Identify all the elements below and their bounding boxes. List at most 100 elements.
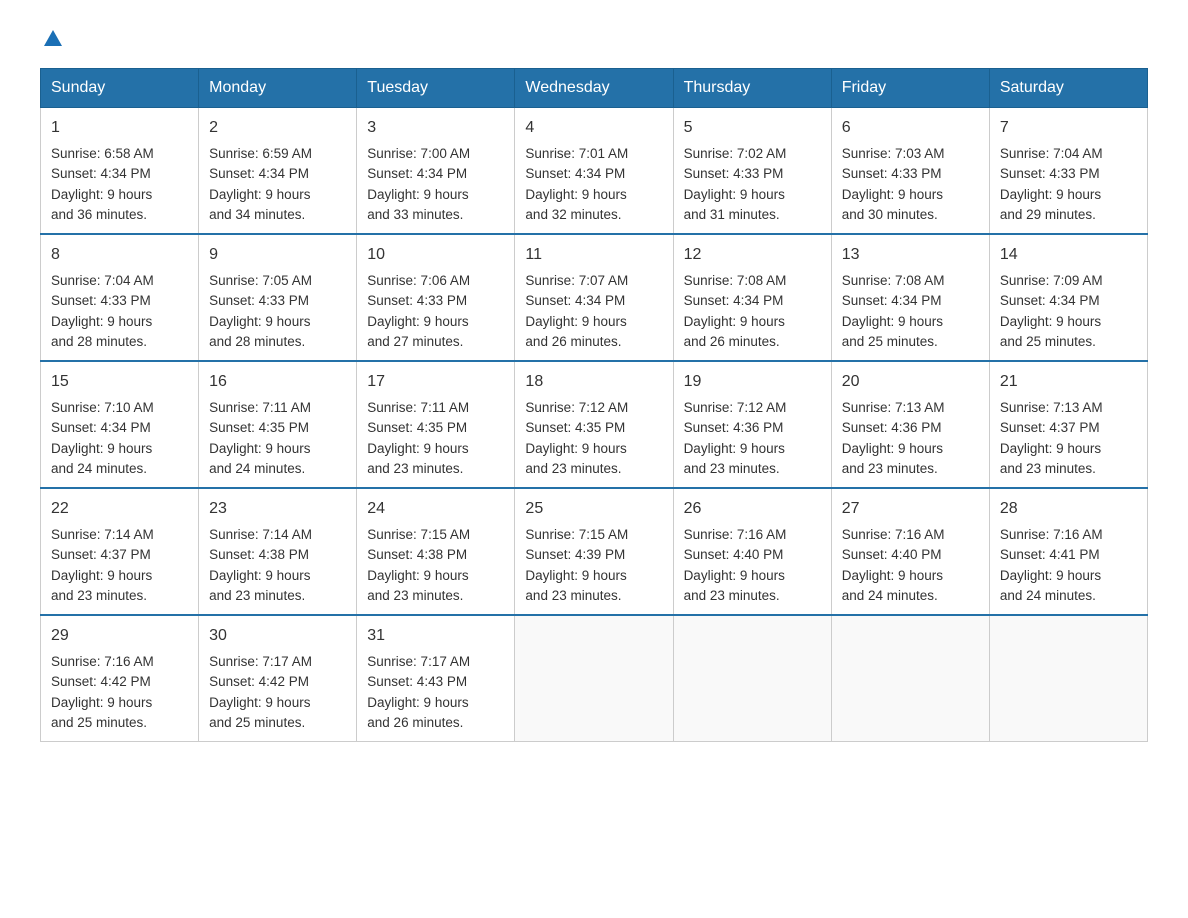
- daylight-minutes-text: and 36 minutes.: [51, 207, 147, 222]
- daylight-text: Daylight: 9 hours: [51, 314, 152, 329]
- daylight-minutes-text: and 23 minutes.: [684, 461, 780, 476]
- sunset-text: Sunset: 4:35 PM: [367, 420, 467, 435]
- calendar-day-cell: 1 Sunrise: 6:58 AM Sunset: 4:34 PM Dayli…: [41, 108, 199, 235]
- daylight-text: Daylight: 9 hours: [51, 187, 152, 202]
- sunrise-text: Sunrise: 7:16 AM: [842, 527, 945, 542]
- weekday-header-thursday: Thursday: [673, 69, 831, 108]
- calendar-day-cell: [831, 615, 989, 742]
- daylight-minutes-text: and 34 minutes.: [209, 207, 305, 222]
- daylight-text: Daylight: 9 hours: [209, 314, 310, 329]
- calendar-week-row: 8 Sunrise: 7:04 AM Sunset: 4:33 PM Dayli…: [41, 234, 1148, 361]
- weekday-header-wednesday: Wednesday: [515, 69, 673, 108]
- calendar-day-cell: 7 Sunrise: 7:04 AM Sunset: 4:33 PM Dayli…: [989, 108, 1147, 235]
- day-number: 1: [51, 116, 188, 140]
- sunset-text: Sunset: 4:37 PM: [1000, 420, 1100, 435]
- sunrise-text: Sunrise: 6:59 AM: [209, 146, 312, 161]
- day-number: 18: [525, 370, 662, 394]
- day-number: 17: [367, 370, 504, 394]
- day-number: 23: [209, 497, 346, 521]
- logo-line1: [40, 30, 62, 48]
- calendar-day-cell: 26 Sunrise: 7:16 AM Sunset: 4:40 PM Dayl…: [673, 488, 831, 615]
- daylight-text: Daylight: 9 hours: [51, 441, 152, 456]
- sunset-text: Sunset: 4:33 PM: [684, 166, 784, 181]
- sunset-text: Sunset: 4:40 PM: [842, 547, 942, 562]
- daylight-minutes-text: and 30 minutes.: [842, 207, 938, 222]
- daylight-text: Daylight: 9 hours: [209, 695, 310, 710]
- sunrise-text: Sunrise: 7:12 AM: [525, 400, 628, 415]
- sunset-text: Sunset: 4:33 PM: [842, 166, 942, 181]
- daylight-text: Daylight: 9 hours: [842, 187, 943, 202]
- day-number: 20: [842, 370, 979, 394]
- calendar-day-cell: 16 Sunrise: 7:11 AM Sunset: 4:35 PM Dayl…: [199, 361, 357, 488]
- daylight-minutes-text: and 23 minutes.: [842, 461, 938, 476]
- sunrise-text: Sunrise: 7:17 AM: [367, 654, 470, 669]
- daylight-minutes-text: and 24 minutes.: [842, 588, 938, 603]
- sunrise-text: Sunrise: 7:07 AM: [525, 273, 628, 288]
- day-number: 13: [842, 243, 979, 267]
- sunset-text: Sunset: 4:33 PM: [51, 293, 151, 308]
- daylight-text: Daylight: 9 hours: [367, 314, 468, 329]
- daylight-text: Daylight: 9 hours: [684, 441, 785, 456]
- daylight-minutes-text: and 26 minutes.: [684, 334, 780, 349]
- sunset-text: Sunset: 4:34 PM: [525, 293, 625, 308]
- sunset-text: Sunset: 4:37 PM: [51, 547, 151, 562]
- weekday-header-tuesday: Tuesday: [357, 69, 515, 108]
- daylight-minutes-text: and 23 minutes.: [367, 588, 463, 603]
- calendar-week-row: 15 Sunrise: 7:10 AM Sunset: 4:34 PM Dayl…: [41, 361, 1148, 488]
- day-number: 3: [367, 116, 504, 140]
- sunrise-text: Sunrise: 7:11 AM: [209, 400, 311, 415]
- daylight-text: Daylight: 9 hours: [209, 441, 310, 456]
- logo: [40, 30, 62, 48]
- daylight-minutes-text: and 26 minutes.: [525, 334, 621, 349]
- daylight-text: Daylight: 9 hours: [842, 314, 943, 329]
- sunset-text: Sunset: 4:34 PM: [525, 166, 625, 181]
- sunrise-text: Sunrise: 7:15 AM: [525, 527, 628, 542]
- day-number: 29: [51, 624, 188, 648]
- sunrise-text: Sunrise: 7:16 AM: [51, 654, 154, 669]
- sunrise-text: Sunrise: 7:00 AM: [367, 146, 470, 161]
- calendar-week-row: 1 Sunrise: 6:58 AM Sunset: 4:34 PM Dayli…: [41, 108, 1148, 235]
- daylight-text: Daylight: 9 hours: [525, 314, 626, 329]
- day-number: 25: [525, 497, 662, 521]
- day-number: 30: [209, 624, 346, 648]
- sunrise-text: Sunrise: 7:01 AM: [525, 146, 628, 161]
- sunset-text: Sunset: 4:43 PM: [367, 674, 467, 689]
- daylight-minutes-text: and 26 minutes.: [367, 715, 463, 730]
- day-number: 27: [842, 497, 979, 521]
- calendar-day-cell: 31 Sunrise: 7:17 AM Sunset: 4:43 PM Dayl…: [357, 615, 515, 742]
- sunset-text: Sunset: 4:34 PM: [367, 166, 467, 181]
- weekday-header-friday: Friday: [831, 69, 989, 108]
- sunset-text: Sunset: 4:34 PM: [51, 420, 151, 435]
- calendar-day-cell: 17 Sunrise: 7:11 AM Sunset: 4:35 PM Dayl…: [357, 361, 515, 488]
- daylight-minutes-text: and 32 minutes.: [525, 207, 621, 222]
- page-header: [40, 30, 1148, 48]
- sunrise-text: Sunrise: 7:16 AM: [1000, 527, 1103, 542]
- day-number: 7: [1000, 116, 1137, 140]
- sunrise-text: Sunrise: 7:06 AM: [367, 273, 470, 288]
- calendar-day-cell: 15 Sunrise: 7:10 AM Sunset: 4:34 PM Dayl…: [41, 361, 199, 488]
- daylight-minutes-text: and 28 minutes.: [51, 334, 147, 349]
- daylight-text: Daylight: 9 hours: [209, 568, 310, 583]
- daylight-minutes-text: and 25 minutes.: [1000, 334, 1096, 349]
- sunset-text: Sunset: 4:34 PM: [684, 293, 784, 308]
- day-number: 11: [525, 243, 662, 267]
- sunset-text: Sunset: 4:35 PM: [209, 420, 309, 435]
- daylight-text: Daylight: 9 hours: [525, 568, 626, 583]
- calendar-day-cell: 3 Sunrise: 7:00 AM Sunset: 4:34 PM Dayli…: [357, 108, 515, 235]
- daylight-minutes-text: and 28 minutes.: [209, 334, 305, 349]
- sunrise-text: Sunrise: 7:03 AM: [842, 146, 945, 161]
- calendar-day-cell: 23 Sunrise: 7:14 AM Sunset: 4:38 PM Dayl…: [199, 488, 357, 615]
- day-number: 15: [51, 370, 188, 394]
- sunrise-text: Sunrise: 7:08 AM: [684, 273, 787, 288]
- sunset-text: Sunset: 4:33 PM: [209, 293, 309, 308]
- calendar-day-cell: [989, 615, 1147, 742]
- daylight-text: Daylight: 9 hours: [525, 441, 626, 456]
- daylight-minutes-text: and 23 minutes.: [1000, 461, 1096, 476]
- daylight-text: Daylight: 9 hours: [684, 187, 785, 202]
- sunrise-text: Sunrise: 7:09 AM: [1000, 273, 1103, 288]
- daylight-minutes-text: and 23 minutes.: [525, 461, 621, 476]
- sunset-text: Sunset: 4:35 PM: [525, 420, 625, 435]
- day-number: 26: [684, 497, 821, 521]
- daylight-text: Daylight: 9 hours: [525, 187, 626, 202]
- calendar-day-cell: 29 Sunrise: 7:16 AM Sunset: 4:42 PM Dayl…: [41, 615, 199, 742]
